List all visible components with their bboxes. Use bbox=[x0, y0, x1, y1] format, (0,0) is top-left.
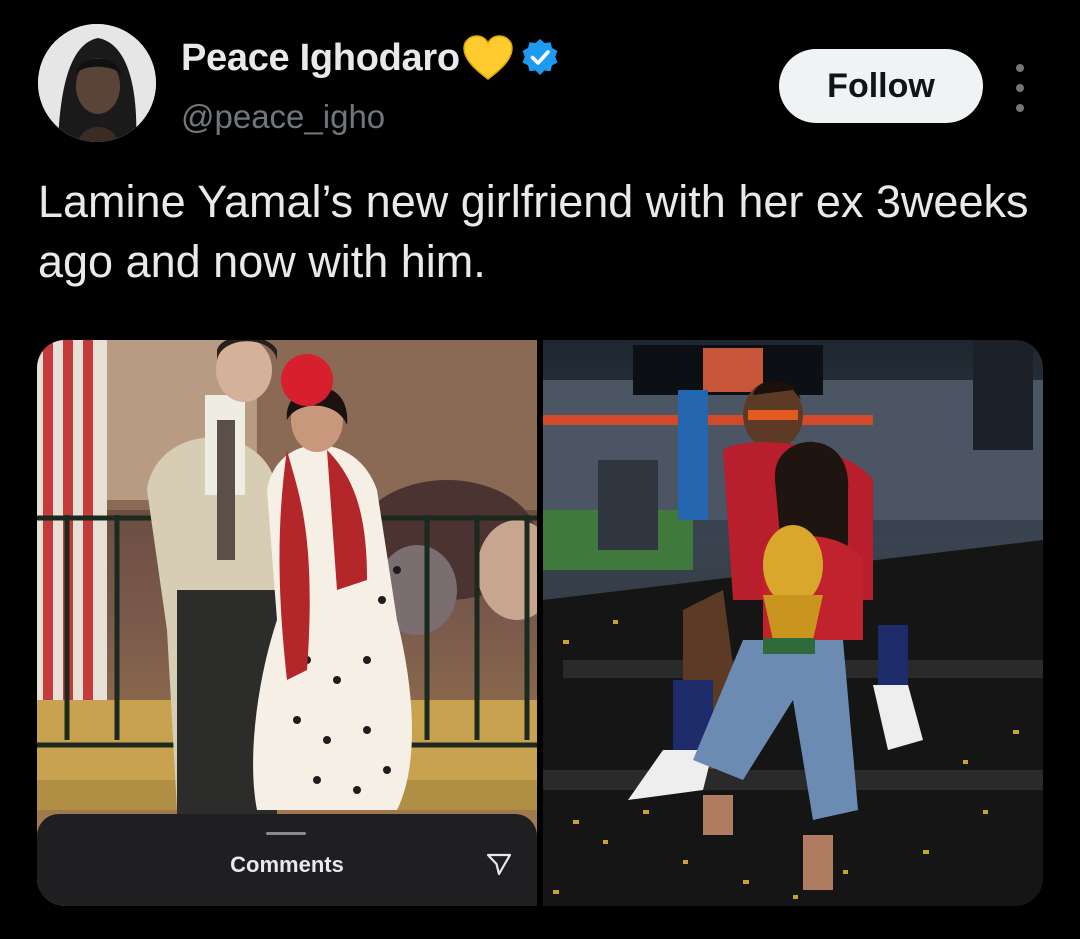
tweet-media: Comments bbox=[37, 340, 1043, 906]
drag-handle[interactable] bbox=[266, 832, 306, 835]
author-name-row: Peace Ighodaro bbox=[181, 34, 560, 82]
verified-badge-icon bbox=[520, 38, 560, 78]
author-display-name[interactable]: Peace Ighodaro bbox=[181, 37, 460, 80]
follow-button[interactable]: Follow bbox=[779, 49, 983, 123]
more-options-icon[interactable] bbox=[1006, 64, 1034, 112]
comments-label: Comments bbox=[230, 852, 344, 877]
media-photo-right[interactable] bbox=[543, 340, 1043, 906]
send-icon[interactable] bbox=[485, 850, 513, 878]
comments-sheet[interactable]: Comments bbox=[37, 814, 537, 906]
author-avatar[interactable] bbox=[38, 24, 156, 142]
photo-couple-trophy bbox=[543, 340, 1043, 906]
tweet-text: Lamine Yamal’s new girlfriend with her e… bbox=[38, 176, 1029, 287]
yellow-heart-icon bbox=[462, 35, 514, 81]
avatar-image bbox=[38, 24, 156, 142]
author-handle[interactable]: @peace_igho bbox=[181, 98, 385, 136]
media-photo-left[interactable]: Comments bbox=[37, 340, 537, 906]
